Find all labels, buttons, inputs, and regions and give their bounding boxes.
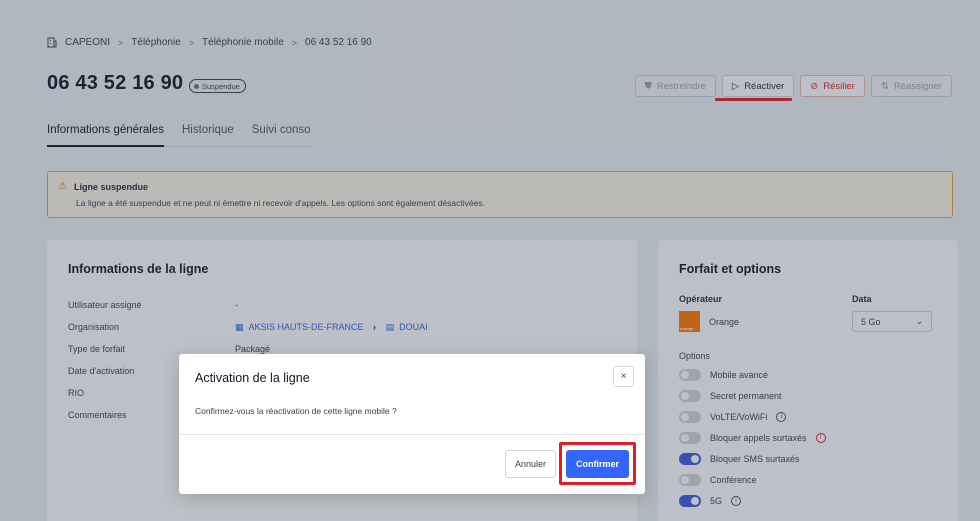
close-icon: × — [620, 371, 627, 382]
page: CAPEONI > Téléphonie > Téléphonie mobile… — [0, 0, 980, 521]
modal-body: Confirmez-vous la réactivation de cette … — [195, 406, 397, 416]
modal-title: Activation de la ligne — [195, 371, 310, 385]
cancel-button[interactable]: Annuler — [505, 450, 556, 478]
modal-divider — [179, 434, 645, 435]
close-button[interactable]: × — [613, 366, 634, 387]
confirm-highlight-box — [559, 442, 636, 485]
